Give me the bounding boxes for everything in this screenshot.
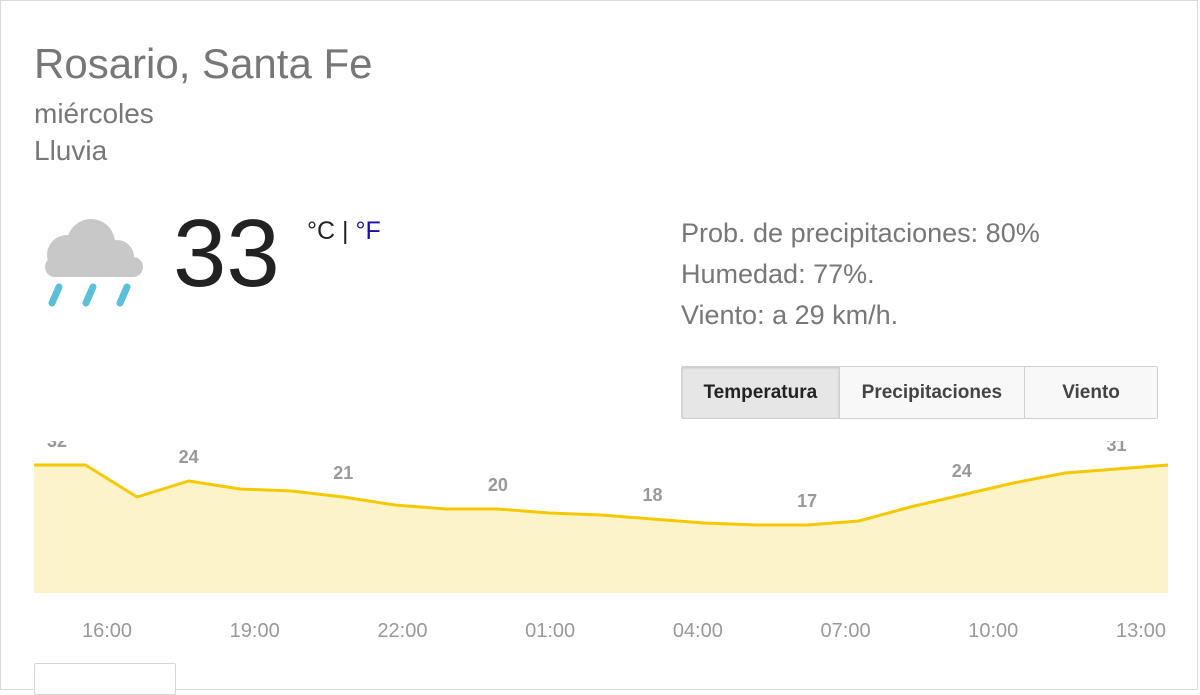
chart-value-label: 24	[952, 461, 972, 481]
condition-label: Lluvia	[34, 135, 108, 166]
chart-x-tick-label: 01:00	[525, 620, 575, 642]
chart-x-tick-label: 04:00	[673, 620, 723, 642]
chart-value-label: 20	[488, 475, 508, 495]
weather-details: Prob. de precipitaciones: 80% Humedad: 7…	[681, 213, 1040, 336]
chart-x-tick-label: 10:00	[968, 620, 1018, 642]
chart-value-label: 18	[643, 485, 663, 505]
tab-precipitaciones[interactable]: Precipitaciones	[839, 367, 1026, 418]
chart-value-label: 17	[797, 491, 817, 511]
precipitation-probability: Prob. de precipitaciones: 80%	[681, 218, 1040, 248]
chart-value-label: 24	[179, 447, 199, 467]
unit-celsius[interactable]: °C	[307, 217, 335, 245]
weather-card: Rosario, Santa Fe miércoles Lluvia 33 °C…	[0, 0, 1198, 695]
rain-drops	[48, 283, 131, 307]
tab-viento[interactable]: Viento	[1025, 367, 1157, 418]
chart-x-tick-label: 16:00	[82, 620, 132, 642]
unit-fahrenheit-link[interactable]: °F	[355, 217, 380, 245]
cloud-shape	[45, 219, 143, 277]
chart-value-label: 32	[47, 441, 67, 451]
current-temperature: 33	[173, 200, 280, 307]
chart-value-label: 21	[333, 463, 353, 483]
unit-switcher: °C | °F	[307, 217, 381, 246]
tab-temperatura[interactable]: Temperatura	[682, 367, 840, 418]
chart-x-tick-label: 22:00	[377, 620, 427, 642]
chart-value-label: 31	[1106, 441, 1126, 455]
rain-cloud-icon	[45, 219, 143, 307]
humidity: Humedad: 77%.	[681, 259, 875, 289]
chart-tabs: Temperatura Precipitaciones Viento	[681, 366, 1158, 419]
wind-speed: Viento: a 29 km/h.	[681, 300, 899, 330]
chart-x-tick-label: 13:00	[1116, 620, 1166, 642]
location-title: Rosario, Santa Fe	[34, 40, 373, 87]
temperature-chart: 32 24 21 20 18 17 24 31 16:00 19:00 22:00 01:00 04:0…	[34, 441, 1169, 642]
more-button[interactable]	[34, 663, 176, 695]
chart-x-tick-label: 19:00	[230, 620, 280, 642]
day-label: miércoles	[34, 98, 154, 129]
unit-separator: |	[335, 217, 356, 245]
chart-x-tick-label: 07:00	[821, 620, 871, 642]
